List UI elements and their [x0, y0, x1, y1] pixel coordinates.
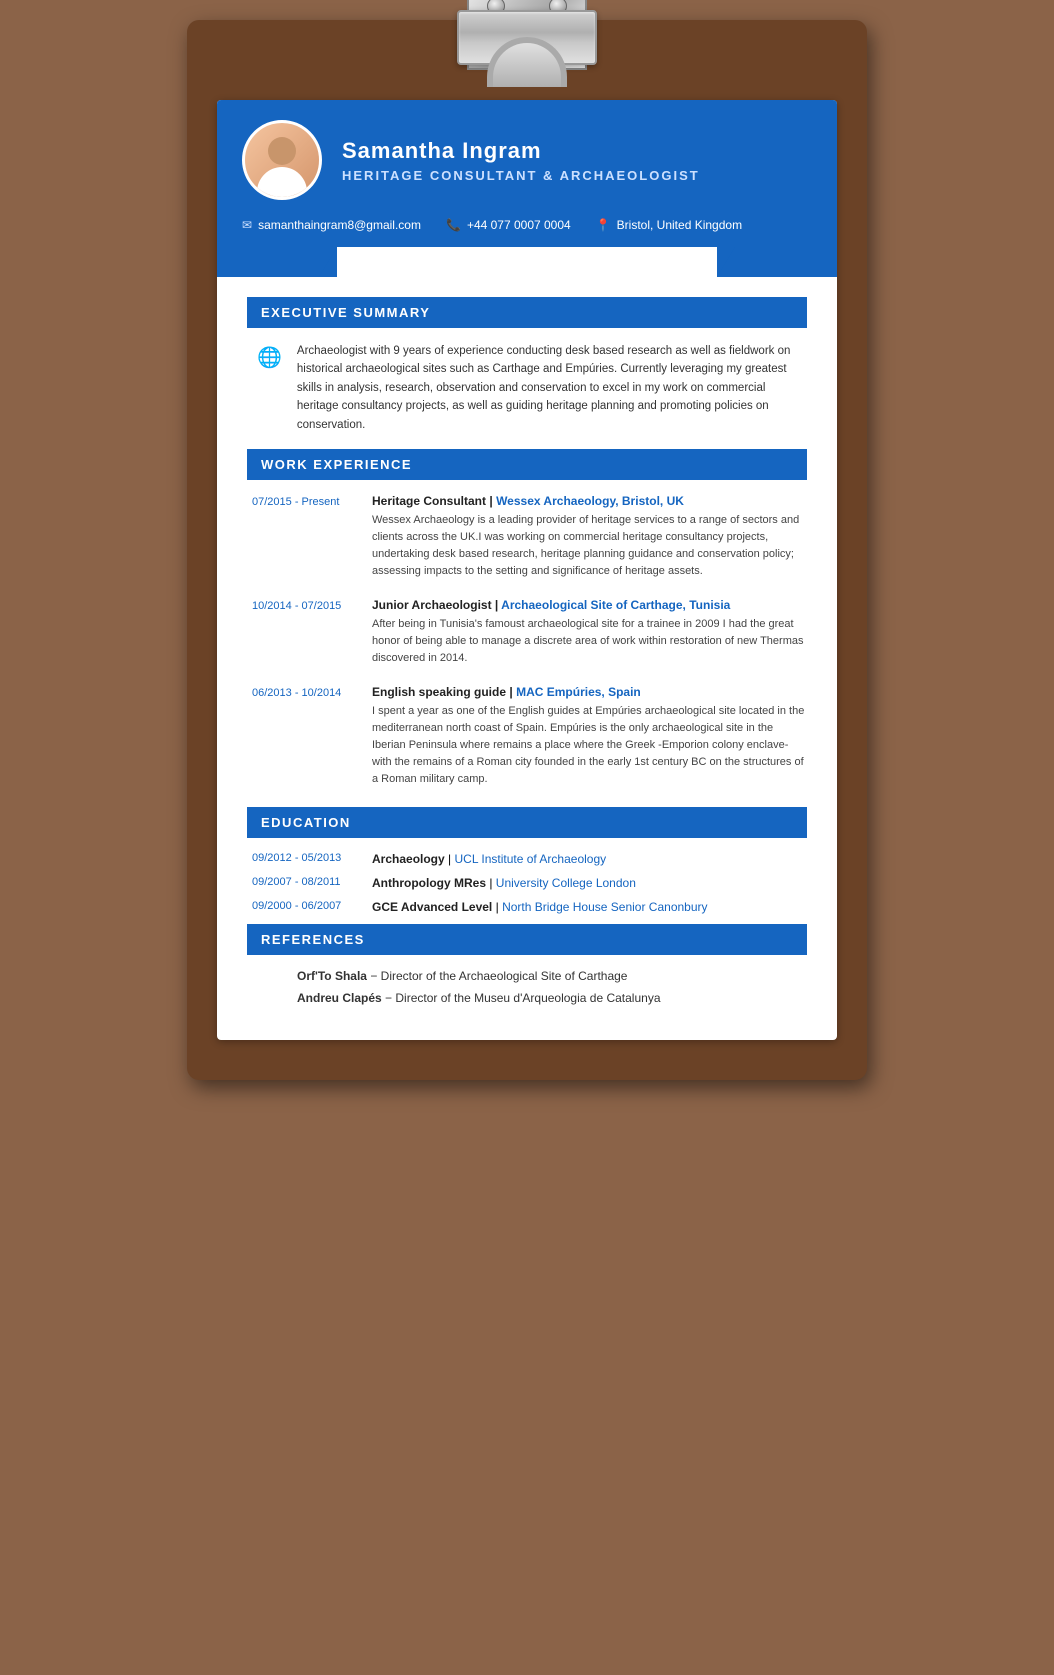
work-details-2: Junior Archaeologist | Archaeological Si…: [372, 598, 807, 667]
work-details-1: Heritage Consultant | Wessex Archaeology…: [372, 494, 807, 580]
resume-paper: Samantha Ingram Heritage Consultant & Ar…: [217, 100, 837, 1040]
avatar-body: [257, 167, 307, 197]
edu-date-3: 09/2000 - 06/2007: [252, 900, 357, 914]
clipboard-board: Samantha Ingram Heritage Consultant & Ar…: [187, 20, 867, 1080]
work-title-2: Junior Archaeologist | Archaeological Si…: [372, 598, 807, 612]
executive-summary-content: 🌐 Archaeologist with 9 years of experien…: [247, 342, 807, 434]
reference-item-2: Andreu Clapés − Director of the Museu d'…: [247, 991, 807, 1005]
email-text: samanthaingram8@gmail.com: [258, 218, 421, 232]
email-icon: ✉: [242, 218, 252, 232]
work-experience-section: WORK EXPERIENCE 07/2015 - Present Herita…: [247, 449, 807, 789]
contact-location: 📍 Bristol, United Kingdom: [596, 218, 742, 232]
ref-role-2: Director of the Museu d'Arqueologia de C…: [395, 991, 660, 1005]
clip-arch: [487, 37, 567, 87]
edu-item-1: 09/2012 - 05/2013 Archaeology | UCL Inst…: [247, 852, 807, 866]
summary-icon: 🌐: [257, 345, 282, 370]
candidate-title: Heritage Consultant & Archaeologist: [342, 168, 812, 183]
resume-header: Samantha Ingram Heritage Consultant & Ar…: [217, 100, 837, 247]
executive-summary-header: EXECUTIVE SUMMARY: [247, 297, 807, 328]
edu-details-2: Anthropology MRes | University College L…: [372, 876, 807, 890]
edu-details-1: Archaeology | UCL Institute of Archaeolo…: [372, 852, 807, 866]
avatar-head: [268, 137, 296, 165]
clip-bar: [457, 10, 597, 65]
edu-item-2: 09/2007 - 08/2011 Anthropology MRes | Un…: [247, 876, 807, 890]
edu-details-3: GCE Advanced Level | North Bridge House …: [372, 900, 807, 914]
ribbon-left: [217, 247, 337, 277]
work-desc-1: Wessex Archaeology is a leading provider…: [372, 512, 807, 580]
ribbon-gap: [337, 247, 717, 277]
references-section: REFERENCES Orf'To Shala − Director of th…: [247, 924, 807, 1005]
ribbon-right: [717, 247, 837, 277]
education-header: EDUCATION: [247, 807, 807, 838]
work-date-3: 06/2013 - 10/2014: [252, 685, 357, 788]
work-desc-3: I spent a year as one of the English gui…: [372, 703, 807, 788]
ref-role-1: Director of the Archaeological Site of C…: [381, 969, 628, 983]
location-text: Bristol, United Kingdom: [617, 218, 742, 232]
phone-text: +44 077 0007 0004: [467, 218, 571, 232]
candidate-name: Samantha Ingram: [342, 138, 812, 164]
work-experience-header: WORK EXPERIENCE: [247, 449, 807, 480]
work-item-3: 06/2013 - 10/2014 English speaking guide…: [247, 685, 807, 788]
summary-text: Archaeologist with 9 years of experience…: [297, 342, 807, 434]
location-icon: 📍: [596, 218, 611, 232]
edu-date-1: 09/2012 - 05/2013: [252, 852, 357, 866]
contact-email: ✉ samanthaingram8@gmail.com: [242, 218, 421, 232]
executive-summary-section: EXECUTIVE SUMMARY 🌐 Archaeologist with 9…: [247, 297, 807, 434]
header-top: Samantha Ingram Heritage Consultant & Ar…: [242, 120, 812, 200]
avatar: [242, 120, 322, 200]
contact-phone: 📞 +44 077 0007 0004: [446, 218, 571, 232]
clipboard-clip: [447, 0, 607, 110]
avatar-silhouette: [252, 137, 312, 197]
references-header: REFERENCES: [247, 924, 807, 955]
work-title-3: English speaking guide | MAC Empúries, S…: [372, 685, 807, 699]
work-details-3: English speaking guide | MAC Empúries, S…: [372, 685, 807, 788]
reference-item-1: Orf'To Shala − Director of the Archaeolo…: [247, 969, 807, 983]
work-desc-2: After being in Tunisia's famoust archaeo…: [372, 616, 807, 667]
contact-bar: ✉ samanthaingram8@gmail.com 📞 +44 077 00…: [242, 210, 812, 232]
phone-icon: 📞: [446, 218, 461, 232]
work-date-2: 10/2014 - 07/2015: [252, 598, 357, 667]
education-section: EDUCATION 09/2012 - 05/2013 Archaeology …: [247, 807, 807, 914]
work-date-1: 07/2015 - Present: [252, 494, 357, 580]
ribbon-tabs: [217, 247, 837, 277]
work-item-1: 07/2015 - Present Heritage Consultant | …: [247, 494, 807, 580]
clipboard-container: Samantha Ingram Heritage Consultant & Ar…: [187, 20, 867, 1080]
edu-date-2: 09/2007 - 08/2011: [252, 876, 357, 890]
edu-item-3: 09/2000 - 06/2007 GCE Advanced Level | N…: [247, 900, 807, 914]
work-item-2: 10/2014 - 07/2015 Junior Archaeologist |…: [247, 598, 807, 667]
resume-body: EXECUTIVE SUMMARY 🌐 Archaeologist with 9…: [217, 277, 837, 1040]
header-info: Samantha Ingram Heritage Consultant & Ar…: [342, 138, 812, 183]
work-title-1: Heritage Consultant | Wessex Archaeology…: [372, 494, 807, 508]
